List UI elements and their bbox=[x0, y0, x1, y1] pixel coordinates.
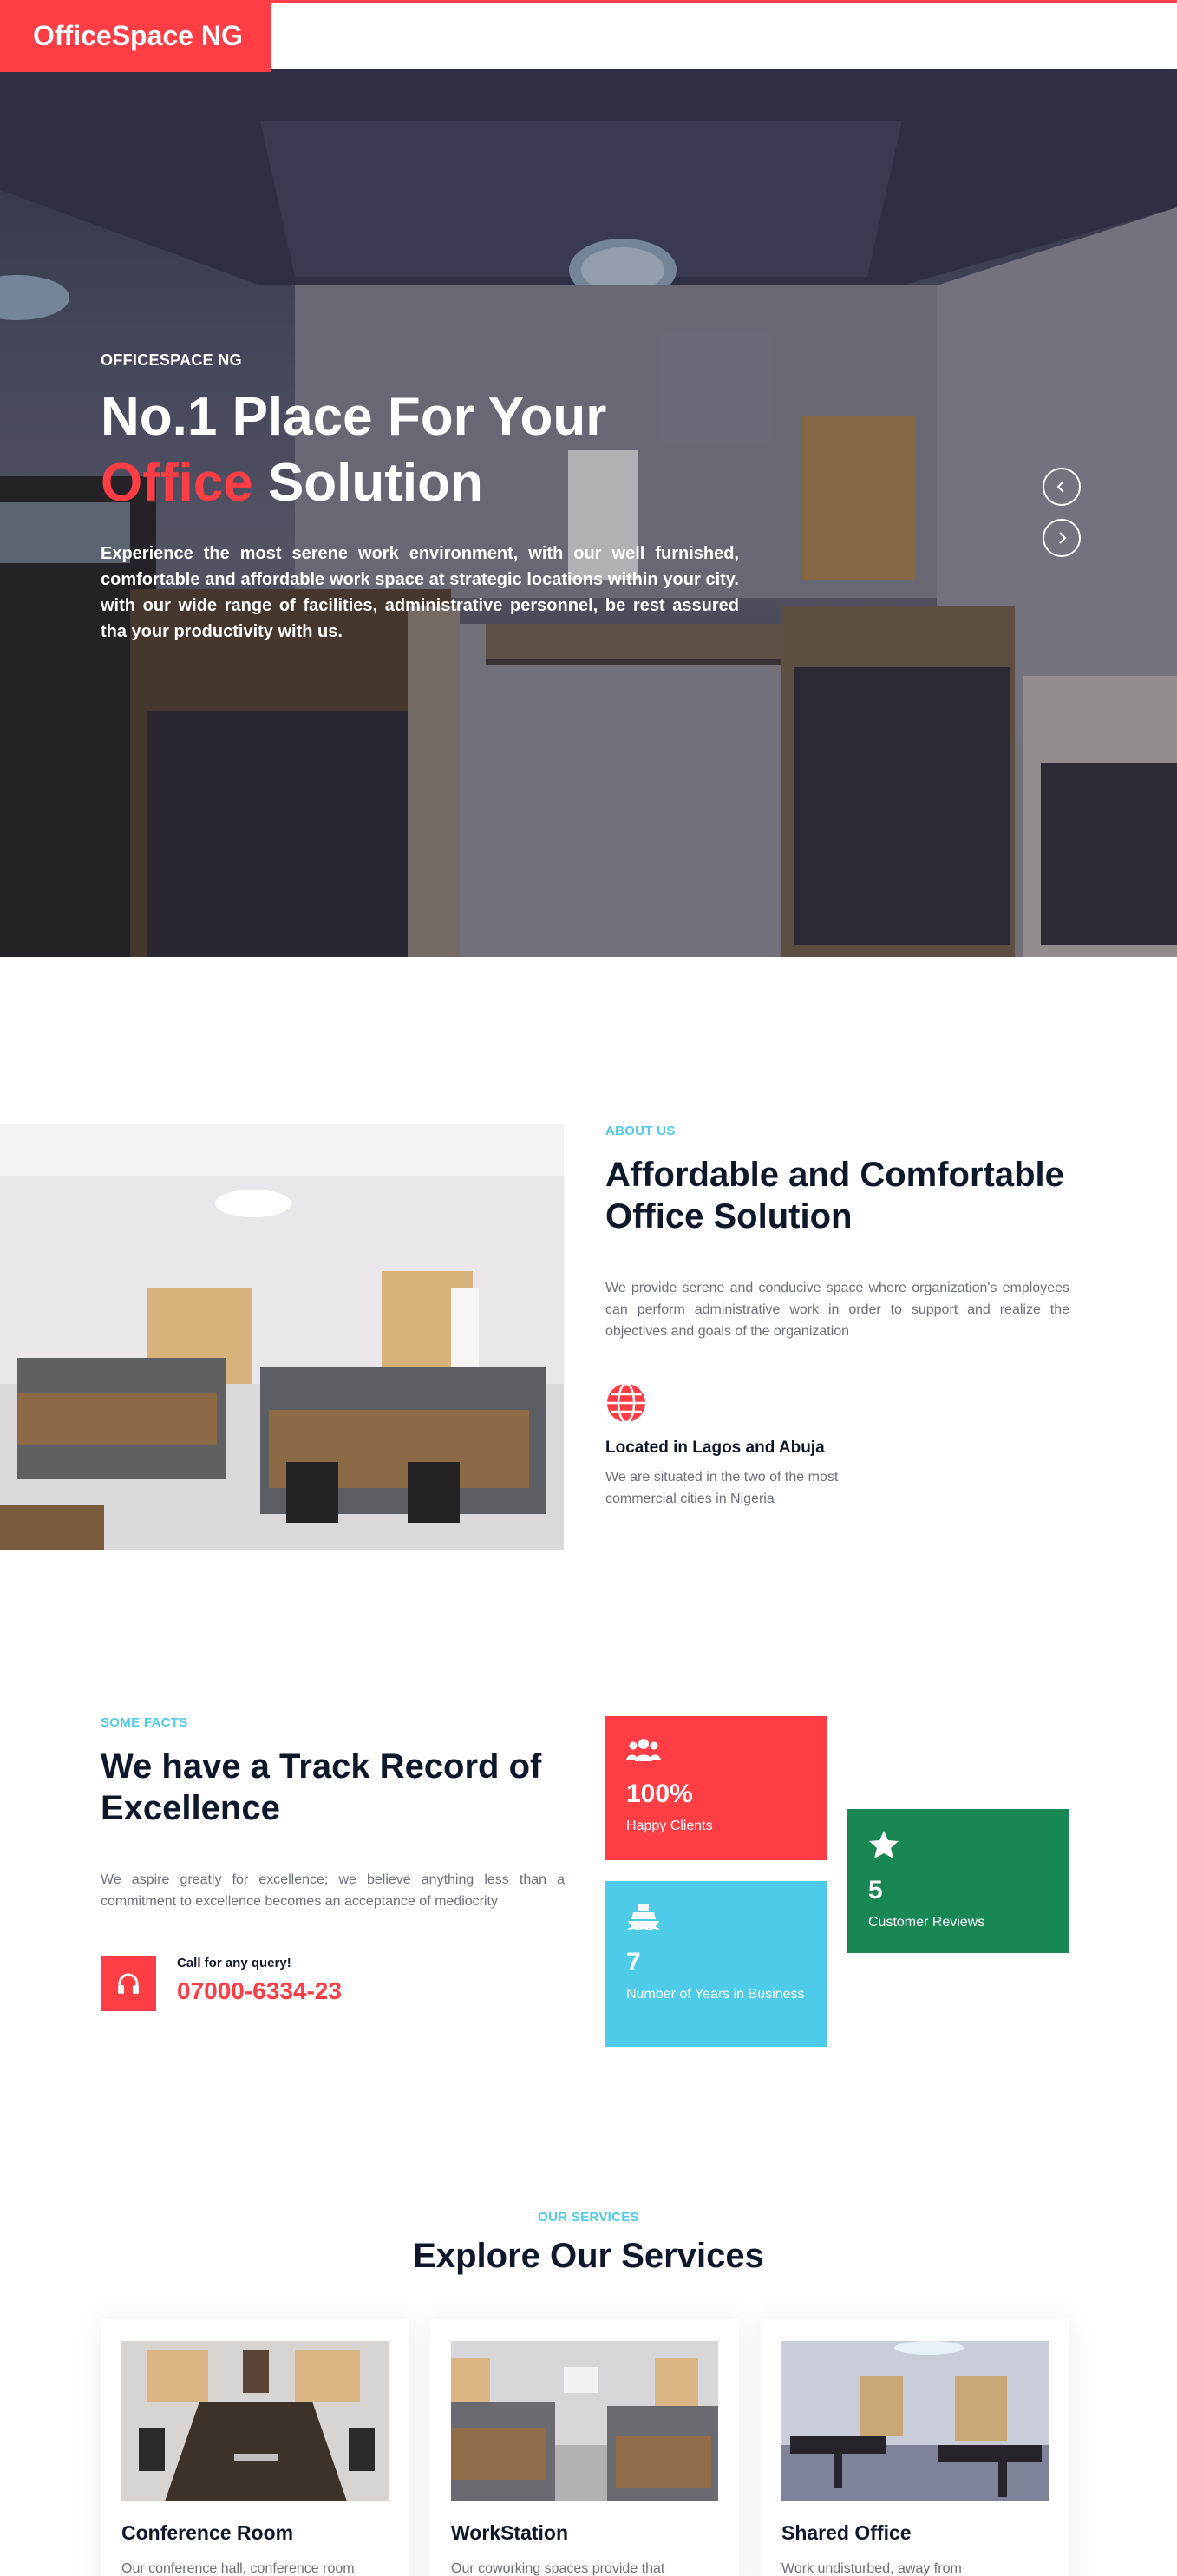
service-text: Work undisturbed, away from bbox=[781, 2561, 962, 2576]
facts-section: SOME FACTS We have a Track Record of Exc… bbox=[101, 1715, 565, 2011]
feature-text: We are situated in the two of the most c… bbox=[605, 1470, 839, 1506]
about-image bbox=[0, 1124, 564, 1550]
stat-label: Happy Clients bbox=[626, 1819, 713, 1833]
about-kicker: ABOUT US bbox=[605, 1124, 676, 1138]
star-icon bbox=[869, 1831, 899, 1858]
chevron-right-icon bbox=[1059, 532, 1067, 544]
call-label: Call for any query! bbox=[177, 1956, 291, 1970]
service-card-conference-room[interactable]: Conference Room Our conference hall, con… bbox=[101, 2319, 409, 2576]
service-title: WorkStation bbox=[451, 2521, 569, 2544]
services-kicker: OUR SERVICES bbox=[538, 2210, 639, 2225]
brand-logo[interactable]: OfficeSpace NG bbox=[0, 3, 271, 72]
facts-kicker: SOME FACTS bbox=[101, 1715, 188, 1730]
stat-label: Customer Reviews bbox=[868, 1915, 985, 1930]
hero-description: Experience the most serene work environm… bbox=[101, 544, 739, 641]
hero-title-accent: Office bbox=[101, 453, 253, 513]
stat-card-years-in-business: 7 Number of Years in Business bbox=[605, 1881, 827, 2047]
facts-description: We aspire greatly for excellence; we bel… bbox=[101, 1872, 565, 1909]
globe-icon bbox=[607, 1382, 645, 1424]
carousel-next-button[interactable] bbox=[1043, 519, 1081, 557]
about-title: Affordable and Comfortable Office Soluti… bbox=[605, 1156, 1064, 1236]
top-navbar: OfficeSpace NG bbox=[0, 0, 1177, 72]
headphones-icon bbox=[118, 1973, 139, 1994]
call-icon-box[interactable] bbox=[101, 1956, 156, 2011]
service-card-shared-office[interactable]: Shared Office Work undisturbed, away fro… bbox=[761, 2319, 1069, 2576]
service-card-workstation[interactable]: WorkStation Our coworking spaces provide… bbox=[430, 2319, 739, 2576]
hero-kicker: OFFICESPACE NG bbox=[101, 351, 242, 369]
about-description: We provide serene and conducive space wh… bbox=[605, 1281, 1069, 1339]
facts-title: We have a Track Record of Excellence bbox=[101, 1747, 542, 1827]
services-title: Explore Our Services bbox=[413, 2237, 764, 2275]
stat-value: 5 bbox=[868, 1876, 883, 1904]
users-icon bbox=[626, 1739, 661, 1761]
feature-title: Located in Lagos and Abuja bbox=[605, 1439, 825, 1457]
hero-title: No.1 Place For Your Office Solution bbox=[101, 384, 794, 516]
service-text: Our coworking spaces provide that bbox=[451, 2561, 665, 2576]
service-image bbox=[781, 2341, 1049, 2501]
stat-card-happy-clients: 100% Happy Clients bbox=[605, 1716, 827, 1860]
hero-title-rest: Solution bbox=[252, 453, 483, 513]
chevron-left-icon bbox=[1056, 481, 1064, 493]
about-section: ABOUT US Affordable and Comfortable Offi… bbox=[605, 1124, 1069, 1506]
services-kicker-wrap: OUR SERVICES bbox=[0, 2210, 1177, 2225]
service-text: Our conference hall, conference room bbox=[121, 2561, 355, 2576]
carousel-prev-button[interactable] bbox=[1043, 468, 1081, 506]
stat-label: Number of Years in Business bbox=[626, 1987, 805, 2002]
service-image bbox=[121, 2341, 389, 2501]
ship-icon bbox=[627, 1904, 660, 1931]
stat-card-customer-reviews: 5 Customer Reviews bbox=[847, 1809, 1069, 1953]
call-number[interactable]: 07000-6334-23 bbox=[177, 1977, 342, 2005]
service-title: Shared Office bbox=[781, 2521, 912, 2544]
service-title: Conference Room bbox=[121, 2521, 294, 2544]
hero-carousel: OFFICESPACE NG No.1 Place For Your Offic… bbox=[0, 69, 1177, 957]
hero-title-line1: No.1 Place For Your bbox=[101, 387, 607, 447]
stat-value: 100% bbox=[626, 1780, 693, 1808]
stat-value: 7 bbox=[626, 1948, 641, 1976]
service-image bbox=[451, 2341, 718, 2501]
